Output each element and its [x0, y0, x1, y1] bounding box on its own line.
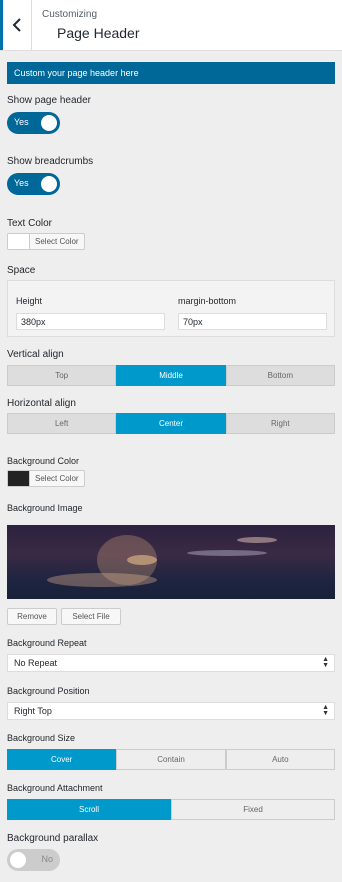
- text-color-label: Text Color: [7, 218, 53, 229]
- back-button[interactable]: [0, 0, 32, 50]
- toggle-knob: [41, 115, 57, 131]
- background-size-cover[interactable]: Cover: [7, 749, 117, 770]
- margin-bottom-label: margin-bottom: [178, 296, 237, 306]
- show-breadcrumbs-label: Show breadcrumbs: [7, 156, 94, 167]
- chevron-left-icon: [12, 18, 21, 32]
- vertical-align-bottom[interactable]: Bottom: [225, 365, 335, 386]
- toggle-knob: [41, 176, 57, 192]
- background-size-control: Cover Contain Auto: [7, 749, 335, 770]
- background-image-preview: [7, 525, 335, 599]
- background-repeat-select[interactable]: No Repeat ▲ ▼: [7, 654, 335, 672]
- horizontal-align-right[interactable]: Right: [225, 413, 335, 434]
- background-attachment-label: Background Attachment: [7, 783, 103, 793]
- select-color-button[interactable]: Select Color: [30, 234, 84, 249]
- page-title: Page Header: [57, 25, 140, 41]
- vertical-align-top[interactable]: Top: [7, 365, 117, 386]
- select-file-button[interactable]: Select File: [61, 608, 121, 625]
- background-size-contain[interactable]: Contain: [116, 749, 226, 770]
- background-parallax-label: Background parallax: [7, 833, 99, 844]
- select-value: Right Top: [14, 706, 52, 716]
- toggle-text: Yes: [14, 117, 29, 127]
- background-repeat-label: Background Repeat: [7, 638, 87, 648]
- show-page-header-label: Show page header: [7, 95, 91, 106]
- remove-image-button[interactable]: Remove: [7, 608, 57, 625]
- background-attachment-fixed[interactable]: Fixed: [171, 799, 335, 820]
- background-size-label: Background Size: [7, 733, 76, 743]
- customizer-header: Customizing Page Header: [0, 0, 342, 51]
- horizontal-align-center[interactable]: Center: [116, 413, 226, 434]
- vertical-align-middle[interactable]: Middle: [116, 365, 226, 386]
- color-swatch: [8, 471, 30, 486]
- text-color-picker[interactable]: Select Color: [7, 233, 85, 250]
- up-down-arrow-icon: ▲ ▼: [322, 656, 329, 669]
- toggle-text: Yes: [14, 178, 29, 188]
- background-size-auto[interactable]: Auto: [225, 749, 335, 770]
- background-image-label: Background Image: [7, 503, 83, 513]
- up-down-arrow-icon: ▲ ▼: [322, 704, 329, 717]
- select-color-button[interactable]: Select Color: [30, 471, 84, 486]
- color-swatch: [8, 234, 30, 249]
- breadcrumb: Customizing: [42, 9, 98, 20]
- background-attachment-control: Scroll Fixed: [7, 799, 335, 820]
- horizontal-align-left[interactable]: Left: [7, 413, 117, 434]
- space-group: Height margin-bottom: [7, 280, 335, 337]
- background-color-picker[interactable]: Select Color: [7, 470, 85, 487]
- background-position-select[interactable]: Right Top ▲ ▼: [7, 702, 335, 720]
- show-breadcrumbs-toggle[interactable]: Yes: [7, 173, 60, 195]
- section-description-banner: Custom your page header here: [7, 62, 335, 84]
- background-parallax-toggle[interactable]: No: [7, 849, 60, 871]
- show-page-header-toggle[interactable]: Yes: [7, 112, 60, 134]
- height-input[interactable]: [16, 313, 165, 330]
- margin-bottom-input[interactable]: [178, 313, 327, 330]
- background-color-label: Background Color: [7, 456, 80, 466]
- height-label: Height: [16, 296, 43, 306]
- vertical-align-label: Vertical align: [7, 349, 64, 360]
- background-position-label: Background Position: [7, 686, 90, 696]
- toggle-text: No: [41, 854, 53, 864]
- horizontal-align-label: Horizontal align: [7, 398, 76, 409]
- toggle-knob: [10, 852, 26, 868]
- space-label: Space: [7, 265, 36, 276]
- vertical-align-control: Top Middle Bottom: [7, 365, 335, 386]
- select-value: No Repeat: [14, 658, 58, 668]
- horizontal-align-control: Left Center Right: [7, 413, 335, 434]
- background-attachment-scroll[interactable]: Scroll: [7, 799, 171, 820]
